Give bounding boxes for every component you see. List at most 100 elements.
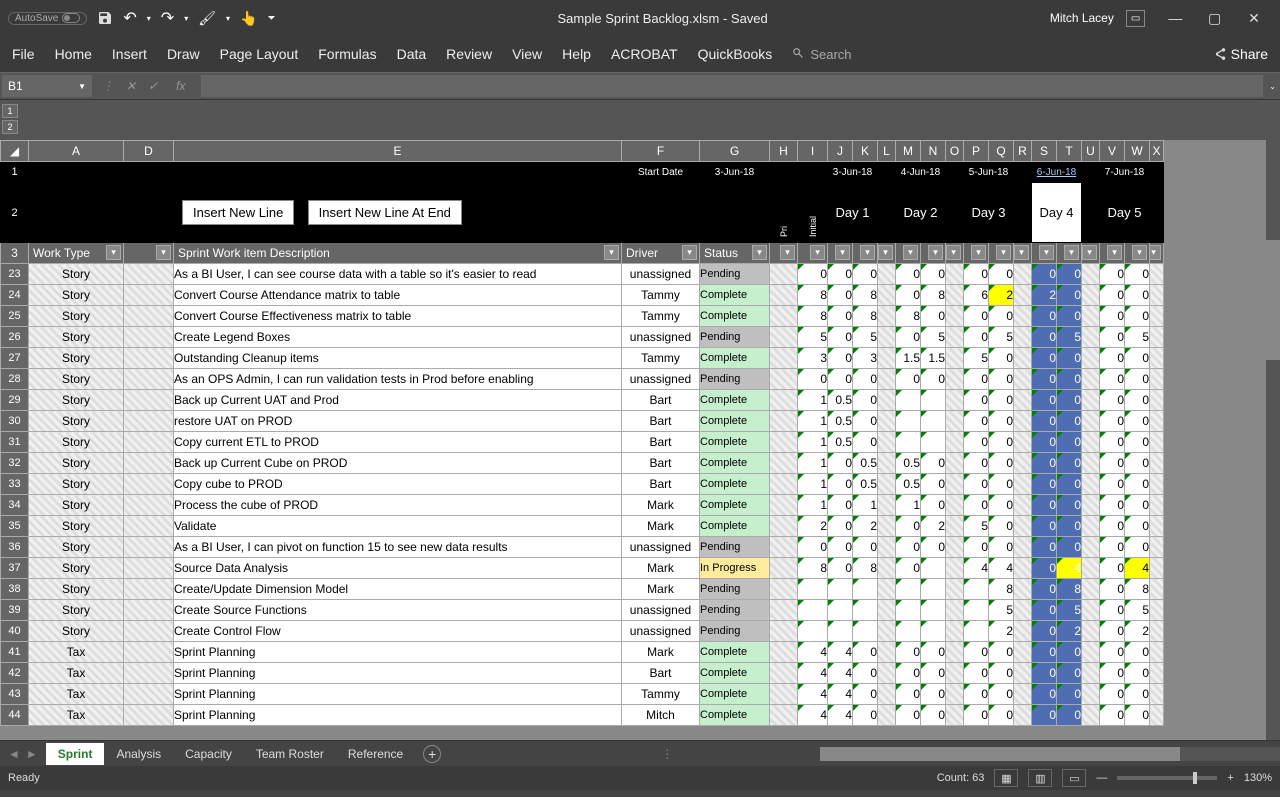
cell[interactable]: 0	[1032, 621, 1057, 642]
cell[interactable]: 5	[1125, 327, 1150, 348]
col-header[interactable]: R	[1014, 141, 1032, 162]
row-header[interactable]: 40	[1, 621, 29, 642]
cell-driver[interactable]: Mitch	[622, 705, 700, 726]
cell[interactable]: 0	[989, 684, 1014, 705]
cell-status[interactable]: Complete	[700, 453, 770, 474]
cell[interactable]: 0	[989, 453, 1014, 474]
col-header[interactable]: D	[124, 141, 174, 162]
cell[interactable]: 4	[798, 705, 828, 726]
cell[interactable]: 0	[896, 684, 921, 705]
cell[interactable]	[896, 411, 921, 432]
cell[interactable]: 4	[828, 663, 853, 684]
cell[interactable]: 0	[828, 264, 853, 285]
cell-id[interactable]	[124, 306, 174, 327]
cell[interactable]: 0	[1057, 306, 1082, 327]
cell[interactable]: 4	[828, 684, 853, 705]
cell[interactable]: 5	[989, 600, 1014, 621]
minimize-button[interactable]: —	[1157, 10, 1193, 26]
cell[interactable]: 0	[1125, 495, 1150, 516]
tab-insert[interactable]: Insert	[112, 46, 147, 62]
cell-work-type[interactable]: Story	[29, 474, 124, 495]
cell-driver[interactable]: Tammy	[622, 306, 700, 327]
fx-icon[interactable]: fx	[170, 79, 191, 93]
cell[interactable]: 0	[1125, 537, 1150, 558]
user-name[interactable]: Mitch Lacey	[1050, 11, 1114, 25]
row-header[interactable]: 34	[1, 495, 29, 516]
cell-status[interactable]: Pending	[700, 600, 770, 621]
cell-desc[interactable]: As a BI User, I can see course data with…	[174, 264, 622, 285]
cell[interactable]: 0	[1100, 705, 1125, 726]
cell[interactable]: 0	[896, 642, 921, 663]
cell[interactable]: 0	[989, 516, 1014, 537]
save-icon[interactable]	[97, 10, 113, 26]
name-box[interactable]: B1▼	[2, 75, 92, 97]
cell[interactable]: 8	[989, 579, 1014, 600]
row-header[interactable]: 42	[1, 663, 29, 684]
cell[interactable]	[921, 600, 946, 621]
cell[interactable]: 8	[798, 285, 828, 306]
cell-status[interactable]: Complete	[700, 705, 770, 726]
cell-desc[interactable]: Back up Current UAT and Prod	[174, 390, 622, 411]
cell[interactable]: 0	[1032, 453, 1057, 474]
row-header[interactable]: 2	[1, 183, 29, 243]
cell[interactable]: 0	[1100, 495, 1125, 516]
close-button[interactable]: ✕	[1236, 10, 1272, 27]
cell-desc[interactable]: Create Control Flow	[174, 621, 622, 642]
cell[interactable]: 0	[1057, 537, 1082, 558]
cell[interactable]: 0	[853, 264, 878, 285]
cell-work-type[interactable]: Story	[29, 453, 124, 474]
tab-acrobat[interactable]: ACROBAT	[611, 46, 678, 62]
outline-level-1[interactable]: 1	[2, 104, 18, 118]
cell-work-type[interactable]: Story	[29, 327, 124, 348]
brush-icon[interactable]: 🖌	[198, 10, 216, 27]
new-sheet-button[interactable]: +	[423, 745, 441, 763]
maximize-button[interactable]: ▢	[1197, 10, 1233, 27]
cell[interactable]: 0	[1125, 642, 1150, 663]
cell[interactable]: 0	[1100, 600, 1125, 621]
cell-id[interactable]	[124, 432, 174, 453]
cell-id[interactable]	[124, 474, 174, 495]
cell[interactable]: 0	[853, 537, 878, 558]
cell[interactable]: 0.5	[853, 453, 878, 474]
cell[interactable]: 2	[798, 516, 828, 537]
cell[interactable]: 0	[1057, 516, 1082, 537]
row-header[interactable]: 3	[1, 243, 29, 264]
cell[interactable]: 2	[1057, 621, 1082, 642]
cell[interactable]: 0	[1032, 369, 1057, 390]
cell[interactable]: 0	[1125, 684, 1150, 705]
touch-icon[interactable]: 👆	[240, 10, 257, 27]
cell-id[interactable]	[124, 558, 174, 579]
cell-id[interactable]	[124, 579, 174, 600]
cell[interactable]: 0	[1032, 390, 1057, 411]
cell[interactable]: 0	[921, 474, 946, 495]
cell[interactable]: 0	[1032, 516, 1057, 537]
row-header[interactable]: 31	[1, 432, 29, 453]
cell[interactable]: 1	[798, 453, 828, 474]
row-header[interactable]: 27	[1, 348, 29, 369]
cell[interactable]: 0	[1032, 642, 1057, 663]
cell[interactable]: 2	[989, 285, 1014, 306]
cell[interactable]: 0	[798, 537, 828, 558]
cell[interactable]: 0	[989, 369, 1014, 390]
cell-driver[interactable]: Mark	[622, 516, 700, 537]
sheet-tab-capacity[interactable]: Capacity	[173, 743, 244, 765]
filter-id[interactable]: ID	[124, 243, 174, 264]
col-header[interactable]: X	[1150, 141, 1164, 162]
cell-status[interactable]: Pending	[700, 537, 770, 558]
row-header[interactable]: 35	[1, 516, 29, 537]
tab-view[interactable]: View	[512, 46, 542, 62]
cell-driver[interactable]: unassigned	[622, 327, 700, 348]
cell-id[interactable]	[124, 348, 174, 369]
cell[interactable]: 0	[1032, 306, 1057, 327]
col-header[interactable]: G	[700, 141, 770, 162]
cell[interactable]: 2	[1125, 621, 1150, 642]
cell[interactable]	[828, 600, 853, 621]
cell[interactable]: 1	[853, 495, 878, 516]
cell[interactable]: 0	[896, 537, 921, 558]
cell[interactable]	[853, 600, 878, 621]
cell[interactable]: 0	[1057, 642, 1082, 663]
cell-status[interactable]: In Progress	[700, 558, 770, 579]
cell-work-type[interactable]: Story	[29, 264, 124, 285]
cell[interactable]: 5	[964, 516, 989, 537]
cell[interactable]: 0	[1100, 327, 1125, 348]
